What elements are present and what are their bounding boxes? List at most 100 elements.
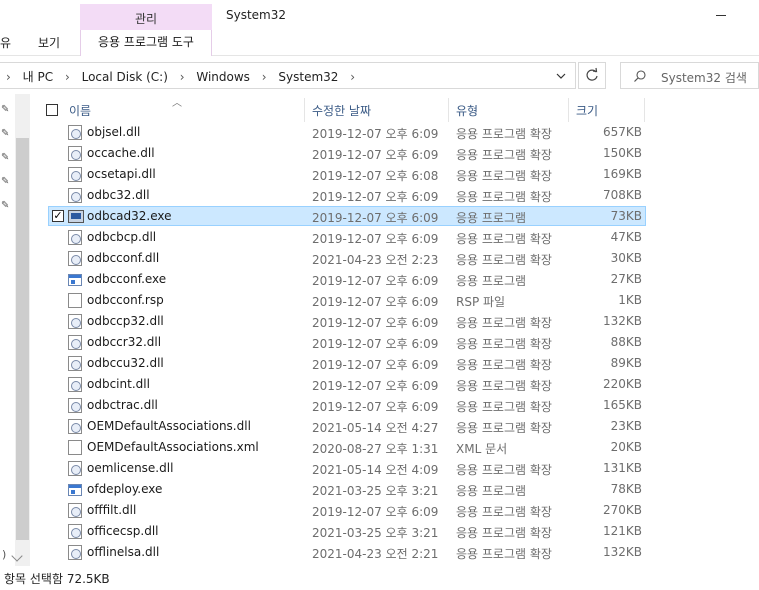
file-row[interactable]: odbctrac.dll 2019-12-07 오후 6:09 응용 프로그램 확장… — [30, 395, 759, 416]
select-all-checkbox[interactable] — [46, 104, 58, 116]
address-bar[interactable]: › 내 PC › Local Disk (C:) › Windows › Sys… — [0, 62, 576, 89]
breadcrumb-local-disk[interactable]: Local Disk (C:) — [82, 70, 168, 84]
breadcrumb-this-pc[interactable]: 내 PC — [23, 70, 53, 84]
file-row[interactable]: ofdeploy.exe 2021-03-25 오후 3:21 응용 프로그램 78K… — [30, 479, 759, 500]
file-type: XML 문서 — [456, 442, 508, 456]
file-type: 응용 프로그램 확장 — [456, 232, 552, 246]
file-date: 2019-12-07 오후 6:09 — [312, 505, 439, 519]
row-checkbox[interactable]: ✓ — [52, 210, 64, 222]
search-box[interactable]: System32 검색 — [620, 62, 759, 89]
column-header-size[interactable]: 크기 — [576, 102, 598, 119]
file-size: 1KB — [618, 293, 642, 307]
file-row[interactable]: odbcconf.dll 2021-04-23 오전 2:23 응용 프로그램 확장… — [30, 248, 759, 269]
file-date: 2021-03-25 오후 3:21 — [312, 526, 439, 540]
navigation-scrollbar[interactable] — [15, 94, 30, 566]
file-row[interactable]: ✓ odbcad32.exe 2019-12-07 오후 6:09 응용 프로그램 73… — [30, 206, 759, 227]
file-name: odbcint.dll — [87, 377, 150, 391]
sort-ascending-icon: ︿ — [172, 98, 182, 109]
file-date: 2021-04-23 오전 2:23 — [312, 253, 439, 267]
file-date: 2019-12-07 오후 6:09 — [312, 127, 439, 141]
file-date: 2019-12-07 오후 6:09 — [312, 358, 439, 372]
breadcrumb-separator[interactable]: › — [262, 70, 267, 84]
dll-icon — [68, 146, 82, 161]
file-date: 2021-04-23 오전 2:21 — [312, 547, 439, 561]
breadcrumb-separator[interactable]: › — [180, 70, 185, 84]
file-type: 응용 프로그램 확장 — [456, 379, 552, 393]
file-size: 47KB — [610, 230, 642, 244]
file-row[interactable]: odbcconf.exe 2019-12-07 오후 6:09 응용 프로그램 27K… — [30, 269, 759, 290]
column-divider[interactable] — [304, 98, 305, 122]
file-size: 23KB — [610, 419, 642, 433]
file-row[interactable]: odbccu32.dll 2019-12-07 오후 6:09 응용 프로그램 확장… — [30, 353, 759, 374]
file-row[interactable]: OEMDefaultAssociations.dll 2021-05-14 오전 … — [30, 416, 759, 437]
file-type: 응용 프로그램 — [456, 274, 527, 288]
file-size: 88KB — [610, 335, 642, 349]
chevron-down-icon[interactable] — [552, 68, 570, 84]
dll-icon — [68, 545, 82, 560]
file-size: 73KB — [610, 209, 642, 223]
scrollbar-thumb[interactable] — [16, 138, 29, 540]
navigation-scroll-control[interactable]: ) — [0, 548, 30, 564]
file-row[interactable]: odbcconf.rsp 2019-12-07 오후 6:09 RSP 파일 1KB — [30, 290, 759, 311]
file-type: 응용 프로그램 확장 — [456, 505, 552, 519]
file-name: odbccr32.dll — [87, 335, 162, 349]
pin-icon: ✎ — [1, 104, 10, 115]
status-text: 항목 선택함 72.5KB — [4, 572, 110, 586]
file-row[interactable]: offlinelsa.dll 2021-04-23 오전 2:21 응용 프로그램 … — [30, 542, 759, 563]
file-row[interactable]: oemlicense.dll 2021-05-14 오전 4:09 응용 프로그램 … — [30, 458, 759, 479]
column-header-row: ︿ 이름 수정한 날짜 유형 크기 — [30, 94, 759, 124]
address-row: › 내 PC › Local Disk (C:) › Windows › Sys… — [0, 56, 759, 94]
search-input[interactable]: System32 검색 — [661, 69, 747, 86]
breadcrumb-system32[interactable]: System32 — [278, 70, 338, 84]
file-size: 132KB — [602, 314, 642, 328]
file-name: ofdeploy.exe — [87, 482, 163, 496]
breadcrumb-separator[interactable]: › — [6, 70, 11, 84]
minimize-button[interactable] — [712, 6, 752, 26]
column-divider[interactable] — [448, 98, 449, 122]
file-row[interactable]: objsel.dll 2019-12-07 오후 6:09 응용 프로그램 확장 65… — [30, 122, 759, 143]
exe-icon — [68, 484, 82, 496]
file-row[interactable]: OEMDefaultAssociations.xml 2020-08-27 오후 … — [30, 437, 759, 458]
column-divider[interactable] — [568, 98, 569, 122]
status-bar: 항목 선택함 72.5KB — [0, 566, 759, 590]
chevron-down-icon[interactable] — [11, 550, 23, 562]
dll-icon — [68, 503, 82, 518]
breadcrumb-separator[interactable]: › — [350, 70, 355, 84]
refresh-button[interactable] — [578, 62, 606, 89]
column-header-date[interactable]: 수정한 날짜 — [312, 102, 371, 119]
column-header-name[interactable]: 이름 — [69, 102, 91, 119]
dll-icon — [68, 251, 82, 266]
breadcrumb-windows[interactable]: Windows — [196, 70, 250, 84]
file-type: 응용 프로그램 확장 — [456, 127, 552, 141]
window-title: System32 — [226, 8, 287, 22]
tab-view[interactable]: 보기 — [38, 34, 60, 51]
file-row[interactable]: occache.dll 2019-12-07 오후 6:09 응용 프로그램 확장 1… — [30, 143, 759, 164]
minimize-icon — [716, 15, 726, 16]
file-name: odbcad32.exe — [87, 209, 172, 223]
file-row[interactable]: officecsp.dll 2021-03-25 오후 3:21 응용 프로그램 확… — [30, 521, 759, 542]
odbc-admin-icon — [68, 210, 84, 223]
file-name: odbcbcp.dll — [87, 230, 157, 244]
file-name: OEMDefaultAssociations.xml — [87, 440, 259, 454]
refresh-icon — [586, 67, 598, 81]
file-row[interactable]: odbccr32.dll 2019-12-07 오후 6:09 응용 프로그램 확장… — [30, 332, 759, 353]
search-icon — [633, 69, 647, 83]
dll-icon — [68, 398, 82, 413]
tab-application-tools[interactable]: 응용 프로그램 도구 — [80, 30, 212, 56]
file-rows: objsel.dll 2019-12-07 오후 6:09 응용 프로그램 확장 65… — [30, 122, 759, 563]
file-row[interactable]: odbcint.dll 2019-12-07 오후 6:09 응용 프로그램 확장 2… — [30, 374, 759, 395]
file-row[interactable]: odbccp32.dll 2019-12-07 오후 6:09 응용 프로그램 확장… — [30, 311, 759, 332]
file-row[interactable]: odbcbcp.dll 2019-12-07 오후 6:09 응용 프로그램 확장 4… — [30, 227, 759, 248]
file-row[interactable]: offfilt.dll 2019-12-07 오후 6:09 응용 프로그램 확장 2… — [30, 500, 759, 521]
file-type: 응용 프로그램 확장 — [456, 316, 552, 330]
breadcrumb-separator[interactable]: › — [65, 70, 70, 84]
file-name: officecsp.dll — [87, 524, 159, 538]
file-date: 2020-08-27 오후 1:31 — [312, 442, 439, 456]
tab-share[interactable]: 유 — [0, 34, 11, 51]
column-divider[interactable] — [644, 98, 645, 122]
file-type: 응용 프로그램 — [456, 211, 527, 225]
column-header-type[interactable]: 유형 — [456, 102, 478, 119]
file-name: odbcconf.rsp — [87, 293, 164, 307]
file-row[interactable]: ocsetapi.dll 2019-12-07 오후 6:08 응용 프로그램 확장… — [30, 164, 759, 185]
file-row[interactable]: odbc32.dll 2019-12-07 오후 6:09 응용 프로그램 확장 70… — [30, 185, 759, 206]
